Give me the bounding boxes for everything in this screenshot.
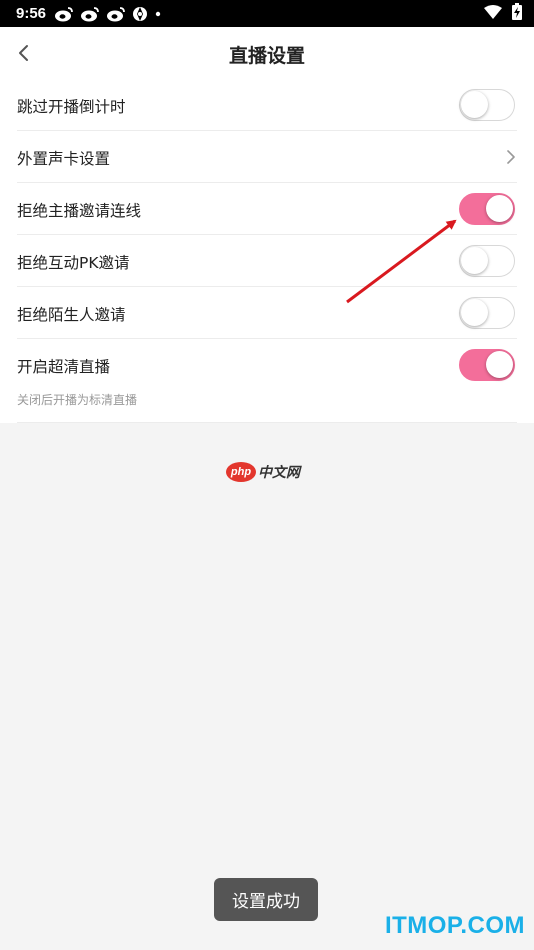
chevron-right-icon[interactable] [505,149,517,165]
setting-row-hd-live[interactable]: 开启超清直播 [0,339,534,391]
skip-countdown-toggle[interactable] [459,89,515,121]
setting-label: 拒绝互动PK邀请 [17,254,130,272]
setting-label: 跳过开播倒计时 [17,98,126,116]
toggle-knob [486,351,513,378]
status-icons-left [54,6,162,22]
weibo-icon [106,6,126,22]
nav-bar: 直播设置 [0,27,534,79]
status-icons-right [484,3,522,24]
refuse-anchor-link-toggle[interactable] [459,193,515,225]
aperture-icon [132,6,148,22]
corner-watermark: ITMOP.COM [384,912,525,939]
refuse-stranger-toggle[interactable] [459,297,515,329]
php-watermark: php 中文网 [226,462,300,482]
toast-message: 设置成功 [214,878,318,921]
toggle-knob [461,91,488,118]
battery-icon [512,3,522,24]
dot-icon [154,6,162,22]
setting-row-external-soundcard[interactable]: 外置声卡设置 [0,131,534,183]
setting-row-refuse-pk[interactable]: 拒绝互动PK邀请 [0,235,534,287]
row-divider [17,422,517,423]
setting-label: 拒绝主播邀请连线 [17,202,142,220]
hd-live-hint: 关闭后开播为标清直播 [17,393,138,407]
hd-live-toggle[interactable] [459,349,515,381]
status-bar: 9:56 [0,0,534,27]
toggle-knob [461,247,488,274]
wifi-icon [484,4,502,23]
page-title: 直播设置 [228,45,305,67]
settings-sheet: 直播设置 跳过开播倒计时 外置声卡设置 拒绝主播邀请连线 拒绝互动PK邀请 拒绝… [0,27,534,423]
setting-row-refuse-stranger[interactable]: 拒绝陌生人邀请 [0,287,534,339]
weibo-icon [54,6,74,22]
toggle-knob [461,299,488,326]
setting-row-refuse-anchor-link[interactable]: 拒绝主播邀请连线 [0,183,534,235]
status-time: 9:56 [16,5,47,22]
setting-label: 开启超清直播 [17,358,111,376]
setting-label: 拒绝陌生人邀请 [17,306,126,324]
refuse-pk-toggle[interactable] [459,245,515,277]
weibo-icon [80,6,100,22]
setting-row-skip-countdown[interactable]: 跳过开播倒计时 [0,79,534,131]
setting-label: 外置声卡设置 [17,150,111,168]
php-watermark-text: 中文网 [258,465,300,481]
php-logo: php [226,462,256,482]
toggle-knob [486,195,513,222]
